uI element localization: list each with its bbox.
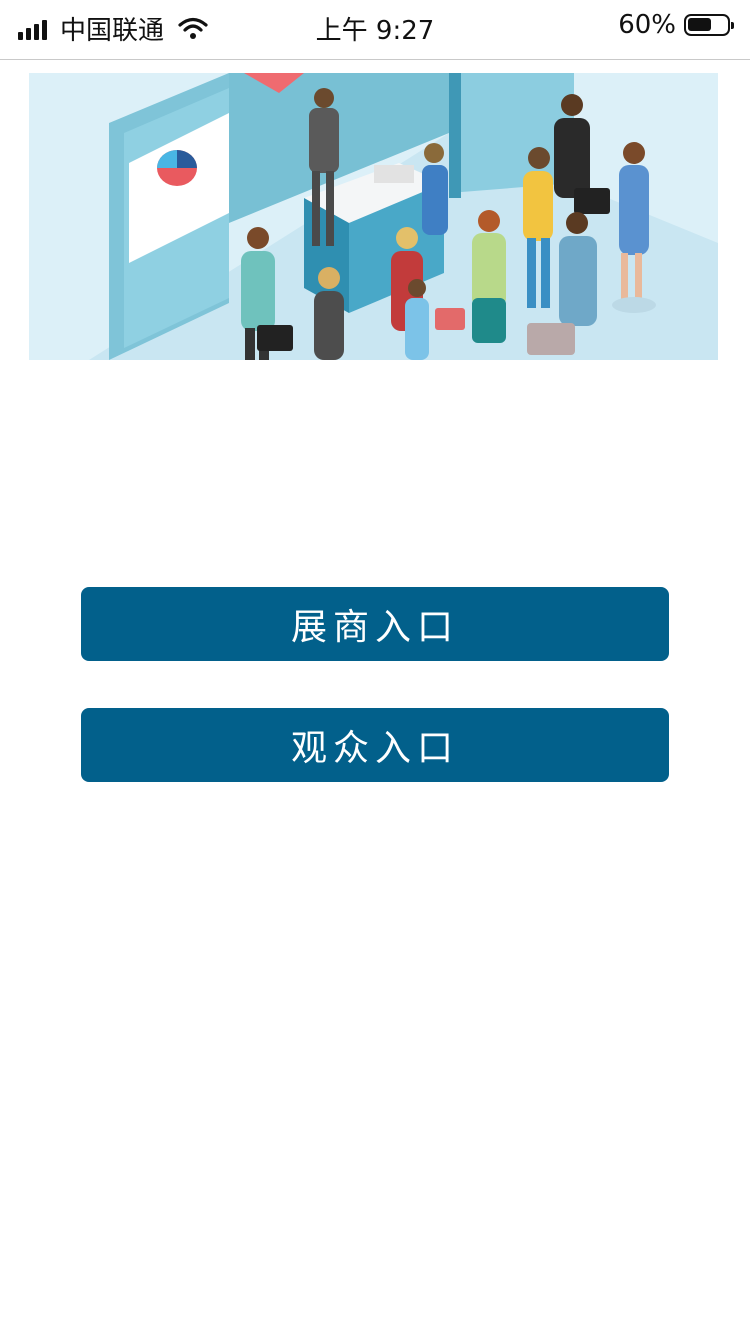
status-right: 60% [618,10,734,40]
battery-icon [684,14,734,36]
banner-image [29,73,718,360]
status-bar: 中国联通 上午 9:27 60% [0,0,750,60]
exhibitor-entry-button[interactable]: 展商入口 [81,587,669,661]
battery-percent: 60% [618,10,676,40]
visitor-entry-button[interactable]: 观众入口 [81,708,669,782]
battery-fill [688,18,711,31]
exhibition-illustration [29,73,718,360]
